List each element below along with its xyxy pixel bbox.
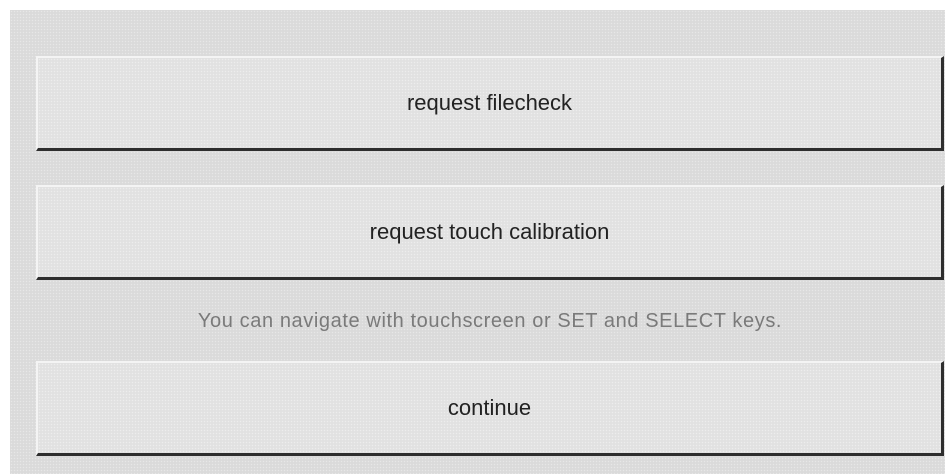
menu-screen: request filecheck request touch calibrat… [10,10,945,474]
request-filecheck-button[interactable]: request filecheck [36,56,944,151]
continue-button[interactable]: continue [36,361,944,456]
request-touch-calibration-label: request touch calibration [369,219,610,244]
navigation-hint-text: You can navigate with touchscreen or SET… [197,310,783,332]
request-filecheck-label: request filecheck [406,90,573,115]
continue-label: continue [447,395,532,420]
request-touch-calibration-button[interactable]: request touch calibration [36,185,944,280]
